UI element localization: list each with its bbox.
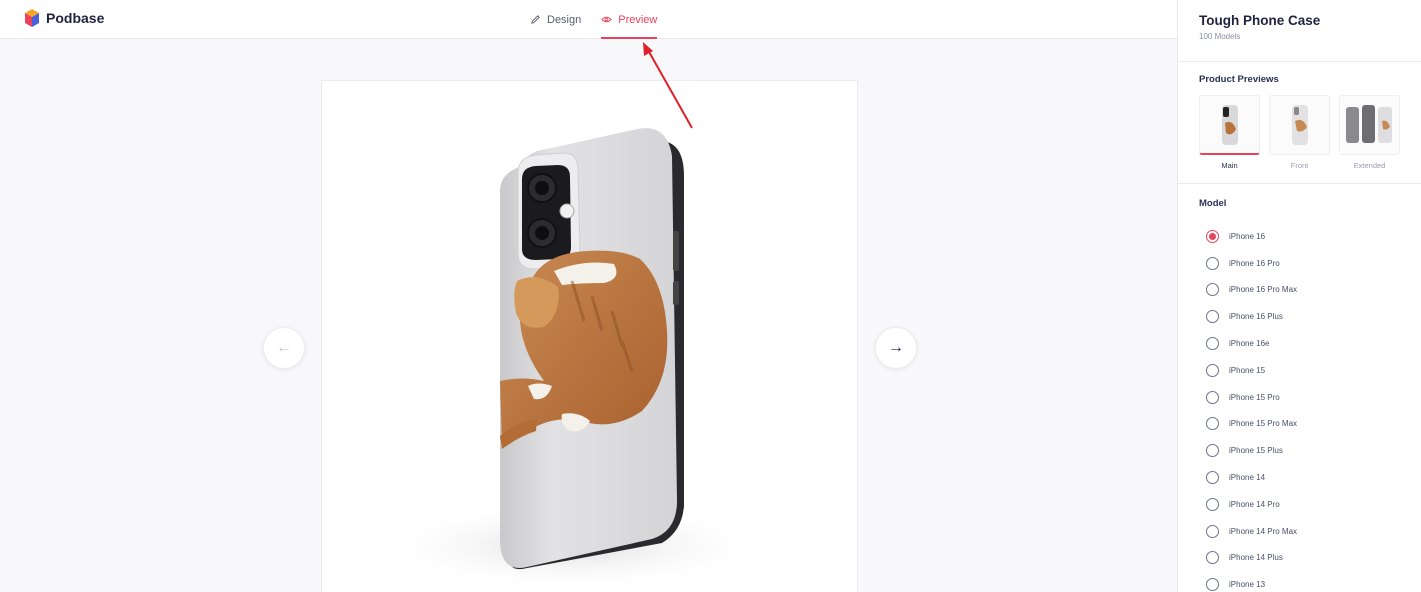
phone-case-mockup: [372, 128, 772, 591]
model-option-label: iPhone 14 Plus: [1229, 553, 1283, 563]
model-option-label: iPhone 14 Pro: [1229, 499, 1280, 509]
radio-button[interactable]: [1206, 256, 1219, 270]
preview-thumb-extended[interactable]: Extended: [1339, 95, 1400, 170]
preview-thumb-main[interactable]: Main: [1199, 95, 1260, 170]
preview-thumb-image: [1269, 95, 1330, 155]
preview-thumb-label: Front: [1290, 161, 1309, 170]
model-option[interactable]: iPhone 15: [1199, 357, 1400, 384]
tab-design-label: Design: [547, 13, 582, 26]
model-option-label: iPhone 15 Pro Max: [1229, 419, 1298, 429]
tab-design[interactable]: Design: [530, 0, 581, 39]
radio-button[interactable]: [1206, 524, 1219, 538]
model-option[interactable]: iPhone 14 Pro Max: [1199, 518, 1400, 545]
model-option-label: iPhone 16e: [1229, 339, 1270, 349]
model-title: Model: [1199, 198, 1227, 209]
model-option-label: iPhone 16 Plus: [1229, 312, 1283, 322]
previous-preview-button[interactable]: ←: [263, 327, 305, 369]
brand-logo[interactable]: Podbase: [24, 8, 104, 28]
model-option-label: iPhone 16: [1229, 231, 1266, 241]
preview-canvas: [321, 80, 858, 592]
model-option-label: iPhone 16 Pro: [1229, 258, 1280, 268]
tab-preview[interactable]: Preview: [601, 0, 658, 39]
next-preview-button[interactable]: →: [875, 327, 917, 369]
product-title: Tough Phone Case: [1199, 13, 1321, 28]
model-option-label: iPhone 14 Pro Max: [1229, 526, 1298, 536]
preview-thumb-image: [1339, 95, 1400, 155]
model-option[interactable]: iPhone 14: [1199, 464, 1400, 491]
model-option-label: iPhone 15 Plus: [1229, 446, 1283, 456]
radio-button[interactable]: [1206, 471, 1219, 485]
model-option[interactable]: iPhone 16e: [1199, 330, 1400, 357]
product-model-count: 100 Models: [1199, 32, 1241, 41]
radio-button[interactable]: [1206, 283, 1219, 297]
preview-thumb-image: [1199, 95, 1260, 155]
product-sidebar: Tough Phone Case 100 Models Product Prev…: [1177, 0, 1421, 592]
preview-thumb-front[interactable]: Front: [1269, 95, 1330, 170]
mode-tabs: Design Preview: [530, 0, 658, 39]
preview-thumb-label: Main: [1221, 161, 1238, 170]
model-option[interactable]: iPhone 15 Pro: [1199, 384, 1400, 411]
model-option-label: iPhone 14: [1229, 473, 1266, 483]
model-option-label: iPhone 13: [1229, 580, 1266, 590]
tab-preview-label: Preview: [618, 13, 658, 26]
product-previews-section: Product Previews Main Front Extended: [1178, 62, 1421, 184]
product-previews-title: Product Previews: [1199, 74, 1279, 85]
model-option-label: iPhone 15 Pro: [1229, 392, 1280, 402]
brand-name: Podbase: [46, 10, 105, 26]
top-header: Podbase Design Preview: [0, 0, 1177, 39]
radio-button[interactable]: [1206, 444, 1219, 458]
pencil-icon: [531, 15, 540, 24]
model-option-label: iPhone 16 Pro Max: [1229, 285, 1298, 295]
radio-button[interactable]: [1206, 310, 1219, 324]
model-option[interactable]: iPhone 16 Pro: [1199, 250, 1400, 277]
radio-button[interactable]: [1206, 390, 1219, 404]
radio-button[interactable]: [1206, 337, 1219, 351]
arrow-left-icon: ←: [276, 339, 292, 356]
podbase-logo-icon: [25, 9, 39, 27]
product-header: Tough Phone Case 100 Models: [1178, 0, 1421, 62]
model-option[interactable]: iPhone 16: [1199, 223, 1400, 250]
radio-button[interactable]: [1206, 578, 1219, 592]
eye-icon: [601, 16, 612, 23]
radio-button[interactable]: [1206, 417, 1219, 431]
model-option[interactable]: iPhone 14 Pro: [1199, 491, 1400, 518]
model-option-label: iPhone 15: [1229, 365, 1266, 375]
model-option[interactable]: iPhone 13: [1199, 571, 1400, 592]
model-option[interactable]: iPhone 15 Pro Max: [1199, 411, 1400, 438]
model-list: iPhone 16 iPhone 16 Pro iPhone 16 Pro Max i…: [1199, 223, 1400, 592]
radio-button[interactable]: [1206, 497, 1219, 511]
model-option[interactable]: iPhone 14 Plus: [1199, 545, 1400, 572]
model-section: Model iPhone 16 iPhone 16 Pro iPhone 16 Pr…: [1178, 184, 1421, 592]
model-option[interactable]: iPhone 16 Pro Max: [1199, 277, 1400, 304]
arrow-right-icon: →: [888, 339, 904, 356]
radio-button[interactable]: [1206, 363, 1219, 377]
radio-button[interactable]: [1206, 551, 1219, 565]
radio-button[interactable]: [1206, 229, 1219, 243]
preview-thumb-label: Extended: [1353, 161, 1386, 170]
model-option[interactable]: iPhone 15 Plus: [1199, 437, 1400, 464]
model-option[interactable]: iPhone 16 Plus: [1199, 303, 1400, 330]
